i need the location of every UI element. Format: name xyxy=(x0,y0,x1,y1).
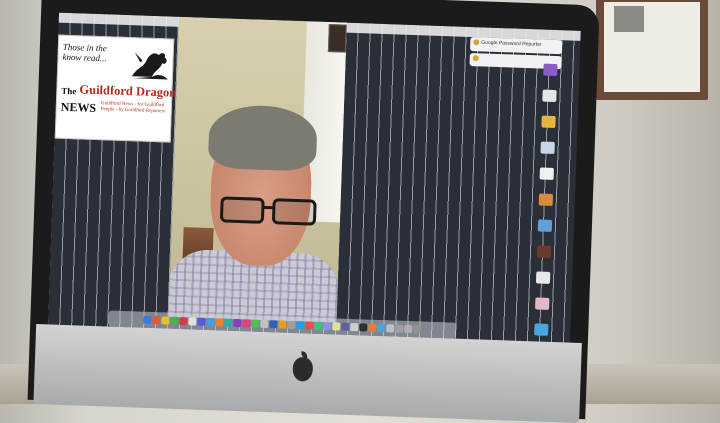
dock-app-icon[interactable] xyxy=(305,321,313,329)
glasses-lens-left xyxy=(220,196,265,224)
dock-app-icon[interactable] xyxy=(287,321,295,329)
guildford-dragon-advert[interactable]: Those in the know read... The Guildford … xyxy=(55,35,175,143)
dock-app-icon[interactable] xyxy=(143,316,151,324)
dock-app-icon[interactable] xyxy=(251,320,259,328)
desktop-icon[interactable] xyxy=(527,63,574,87)
desktop-icon[interactable] xyxy=(519,297,566,321)
desktop-icon[interactable] xyxy=(525,115,572,139)
dock-app-icon[interactable] xyxy=(224,319,232,327)
dock-app-icon[interactable] xyxy=(350,323,358,331)
dock-app-icon[interactable] xyxy=(179,317,187,325)
dragon-logo-icon xyxy=(128,46,171,81)
dock-app-icon[interactable] xyxy=(170,317,178,325)
desktop-icon[interactable] xyxy=(520,271,567,295)
self-view-thumbnail[interactable] xyxy=(328,24,347,53)
advert-tagline: Those in the know read... xyxy=(62,42,127,64)
disk-icon xyxy=(540,167,554,179)
desktop-icon[interactable] xyxy=(521,219,568,243)
dock-app-icon[interactable] xyxy=(188,317,196,325)
apple-logo-icon xyxy=(292,357,313,382)
dock-app-icon[interactable] xyxy=(314,322,322,330)
dock-app-icon[interactable] xyxy=(161,316,169,324)
dock-app-icon[interactable] xyxy=(206,318,214,326)
dock-app-icon[interactable] xyxy=(296,321,304,329)
wall-picture-frame xyxy=(596,0,708,100)
dock-app-icon[interactable] xyxy=(404,325,412,333)
dock-app-icon[interactable] xyxy=(332,322,340,330)
glasses-lens-right xyxy=(272,198,317,226)
dock-app-icon[interactable] xyxy=(368,324,376,332)
notification-password[interactable]: Google Password Reporter xyxy=(470,37,562,54)
disk-icon xyxy=(540,142,554,154)
disk-icon xyxy=(538,219,552,231)
caller-glasses xyxy=(220,196,331,228)
imac-monitor: Those in the know read... The Guildford … xyxy=(28,0,600,419)
image-icon xyxy=(539,193,553,205)
folder-icon xyxy=(541,116,555,128)
desktop-icon[interactable] xyxy=(523,167,570,191)
dock-app-icon[interactable] xyxy=(377,324,385,332)
dock-app-icon[interactable] xyxy=(386,324,394,332)
document-icon xyxy=(536,271,550,283)
desktop-icon[interactable] xyxy=(522,193,569,217)
folder-icon xyxy=(543,64,557,76)
info-icon xyxy=(473,55,479,61)
framed-picture xyxy=(614,6,644,32)
desktop-icon[interactable] xyxy=(524,141,571,165)
document-icon xyxy=(535,297,549,309)
folder-icon xyxy=(534,323,548,335)
dock-app-icon[interactable] xyxy=(395,325,403,333)
image-icon xyxy=(537,245,551,257)
caller-hair xyxy=(208,104,318,172)
dock-app-icon[interactable] xyxy=(242,319,250,327)
dock-app-icon[interactable] xyxy=(359,323,367,331)
advert-strapline: Guildford News - for Guildford People - … xyxy=(101,101,175,116)
dock-app-icon[interactable] xyxy=(278,320,286,328)
document-icon xyxy=(542,90,556,102)
advert-news: NEWS xyxy=(61,100,97,116)
dock-app-icon[interactable] xyxy=(215,318,223,326)
monitor-screen: Those in the know read... The Guildford … xyxy=(48,13,581,345)
dock-app-icon[interactable] xyxy=(269,320,277,328)
dock-app-icon[interactable] xyxy=(341,323,349,331)
dock-app-icon[interactable] xyxy=(197,318,205,326)
notification-title: Google Password Reporter xyxy=(481,40,541,48)
password-icon xyxy=(473,39,479,45)
video-call-window[interactable] xyxy=(169,17,347,323)
dock-app-icon[interactable] xyxy=(233,319,241,327)
dock-app-icon[interactable] xyxy=(323,322,331,330)
desktop-icons xyxy=(518,63,574,345)
desktop-icon[interactable] xyxy=(520,245,567,269)
advert-brand: Guildford Dragon xyxy=(79,82,176,100)
desktop-icon[interactable] xyxy=(526,89,573,113)
dock-app-icon[interactable] xyxy=(260,320,268,328)
dock-app-icon[interactable] xyxy=(413,325,421,333)
dock-app-icon[interactable] xyxy=(152,316,160,324)
advert-the: The xyxy=(61,86,76,97)
